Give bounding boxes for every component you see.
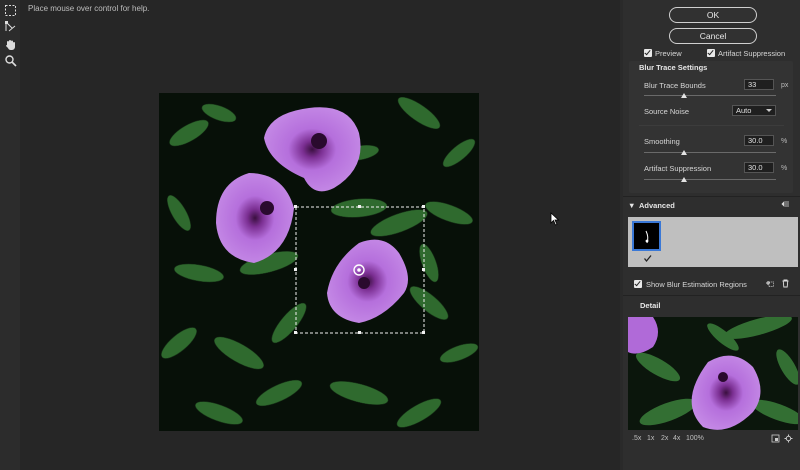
add-region-icon[interactable] bbox=[765, 279, 774, 288]
artifact-suppression-label: Artifact Suppression bbox=[718, 49, 786, 58]
tool-strip bbox=[0, 0, 20, 470]
help-text: Place mouse over control for help. bbox=[28, 4, 150, 13]
settings-divider bbox=[639, 125, 784, 126]
checkmark-icon[interactable] bbox=[643, 254, 652, 263]
zoom-100-percent[interactable]: 100% bbox=[686, 435, 704, 442]
blur-trace-settings-title: Blur Trace Settings bbox=[639, 63, 708, 72]
artifact-suppression-checkbox[interactable] bbox=[707, 49, 715, 57]
artifact-suppression-slider[interactable] bbox=[644, 179, 776, 180]
zoom-tool-icon[interactable] bbox=[4, 54, 17, 67]
settings-panel: OK Cancel Preview Artifact Suppression B… bbox=[623, 0, 800, 470]
hand-tool-icon[interactable] bbox=[4, 38, 17, 51]
artifact-suppression-input[interactable]: 30.0 bbox=[744, 162, 774, 173]
artifact-suppression-unit: % bbox=[781, 165, 788, 172]
source-noise-label: Source Noise bbox=[644, 107, 690, 116]
panel-menu-icon[interactable] bbox=[781, 200, 790, 209]
smoothing-unit: % bbox=[781, 138, 788, 145]
blur-trace-tool-icon[interactable] bbox=[4, 4, 17, 17]
detail-preview[interactable] bbox=[628, 317, 798, 430]
blur-trace-bounds-label: Blur Trace Bounds bbox=[644, 81, 706, 90]
show-blur-regions-checkbox[interactable] bbox=[634, 280, 642, 288]
preview-checkbox[interactable] bbox=[644, 49, 652, 57]
zoom-4x[interactable]: 4x bbox=[673, 435, 680, 442]
detail-undock-icon[interactable] bbox=[771, 434, 780, 443]
smoothing-slider-thumb[interactable] bbox=[681, 150, 687, 155]
smoothing-label: Smoothing bbox=[644, 137, 680, 146]
smoothing-slider[interactable] bbox=[644, 152, 776, 153]
advanced-collapse-icon[interactable]: ▼ bbox=[628, 201, 635, 210]
cancel-button[interactable]: Cancel bbox=[669, 28, 757, 44]
artifact-suppression-slider-thumb[interactable] bbox=[681, 177, 687, 182]
advanced-title: Advanced bbox=[639, 201, 675, 210]
blur-trace-bounds-slider[interactable] bbox=[644, 95, 776, 96]
blur-region-thumbnail[interactable] bbox=[632, 221, 661, 251]
advanced-divider bbox=[623, 196, 800, 197]
zoom-2x[interactable]: 2x bbox=[661, 435, 668, 442]
detail-divider bbox=[623, 295, 800, 296]
artifact-suppression-amount-label: Artifact Suppression bbox=[644, 164, 712, 173]
preview-image[interactable] bbox=[159, 93, 479, 431]
source-noise-select[interactable]: Auto bbox=[732, 105, 776, 116]
ok-button[interactable]: OK bbox=[669, 7, 757, 23]
gear-icon[interactable] bbox=[784, 434, 793, 443]
show-blur-regions-label: Show Blur Estimation Regions bbox=[646, 280, 747, 289]
blur-regions-area bbox=[628, 217, 798, 267]
preview-label: Preview bbox=[655, 49, 682, 58]
trash-icon[interactable] bbox=[781, 279, 790, 288]
source-noise-value: Auto bbox=[736, 106, 752, 115]
blur-trace-bounds-input[interactable]: 33 bbox=[744, 79, 774, 90]
zoom-1x[interactable]: 1x bbox=[647, 435, 654, 442]
chevron-down-icon bbox=[766, 109, 772, 112]
blur-trace-bounds-unit: px bbox=[781, 82, 789, 89]
blur-direction-tool-icon[interactable] bbox=[4, 20, 17, 33]
blur-trace-bounds-slider-thumb[interactable] bbox=[681, 93, 687, 98]
zoom-half[interactable]: .5x bbox=[632, 435, 641, 442]
detail-title: Detail bbox=[640, 301, 661, 310]
smoothing-input[interactable]: 30.0 bbox=[744, 135, 774, 146]
help-bar: Place mouse over control for help. bbox=[20, 0, 620, 18]
mouse-cursor-icon bbox=[550, 212, 560, 226]
